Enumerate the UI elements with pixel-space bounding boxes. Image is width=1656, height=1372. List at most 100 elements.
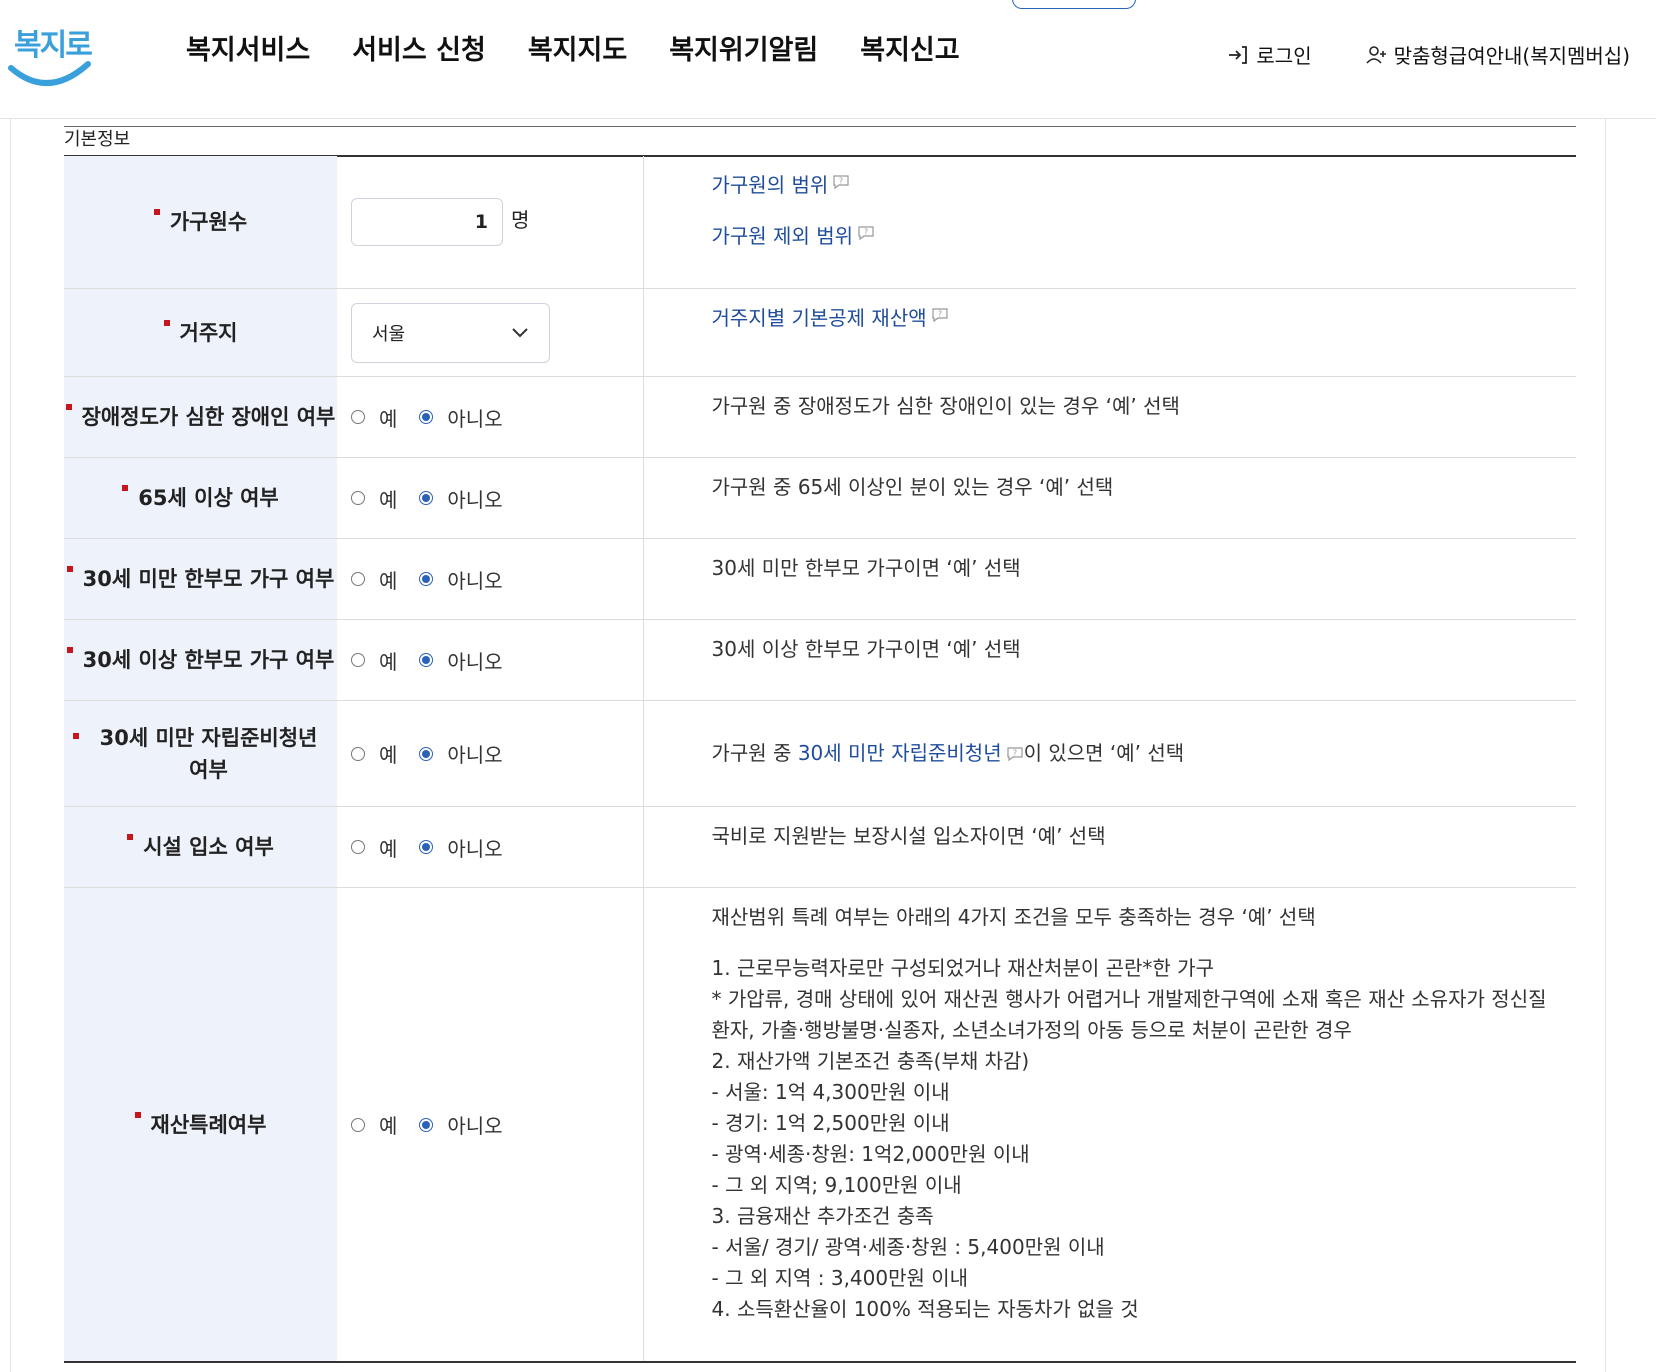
radio-yes[interactable]: [351, 1117, 365, 1132]
youth-desc-suffix: 이 있으면 ‘예’ 선택: [1023, 741, 1185, 765]
radio-no[interactable]: [419, 410, 434, 424]
svg-text:?: ?: [864, 228, 868, 237]
radio-no[interactable]: [419, 491, 434, 505]
site-header: 복지로 복지서비스 서비스 신청 복지지도 복지위기알림 복지신고 로그인 맞춤…: [0, 0, 1656, 119]
row-label: 시설 입소 여부: [143, 835, 274, 859]
login-link[interactable]: 로그인: [1226, 40, 1312, 69]
radio-yes[interactable]: [351, 572, 365, 586]
membership-link[interactable]: 맞춤형급여안내(복지멤버십): [1364, 40, 1630, 69]
svg-text:?: ?: [938, 310, 942, 319]
list-item: - 그 외 지역; 9,100만원 이내: [711, 1173, 962, 1197]
required-mark: [66, 566, 73, 572]
radio-yes-label: 예: [379, 743, 398, 767]
section-title: 기본정보: [64, 126, 1576, 157]
radio-yes-label: 예: [379, 406, 398, 431]
nav-welfare-map[interactable]: 복지지도: [528, 28, 627, 67]
list-item: * 가압류, 경매 상태에 있어 재산권 행사가 어렵거나 개발제한구역에 소재…: [711, 987, 1547, 1042]
required-mark: [72, 732, 79, 739]
help-icon[interactable]: ?: [1006, 746, 1024, 762]
row-youth-independence: 30세 미만 자립준비청년 여부 예 아니오 가구원 중 30세 미만 자립준비…: [64, 700, 1576, 807]
row-label: 가구원수: [169, 210, 248, 234]
radio-yes[interactable]: [351, 840, 365, 854]
list-item: - 그 외 지역 : 3,400만원 이내: [711, 1266, 969, 1290]
radio-no-label: 아니오: [447, 1114, 503, 1138]
login-icon: [1229, 45, 1248, 64]
youth-radio-group: 예 아니오: [351, 739, 525, 768]
radio-no-label: 아니오: [447, 487, 503, 512]
row-residence: 거주지 서울 거주지별 기본공제 재산액?: [64, 288, 1576, 377]
required-mark: [134, 1111, 141, 1118]
radio-no[interactable]: [419, 1117, 434, 1132]
site-logo[interactable]: 복지로: [8, 18, 93, 86]
radio-no-label: 아니오: [447, 568, 503, 593]
radio-yes-label: 예: [379, 1114, 398, 1138]
single-under30-radio-group: 예 아니오: [351, 565, 525, 594]
row-label: 30세 미만 자립준비청년 여부: [99, 725, 318, 782]
row-facility: 시설 입소 여부 예 아니오 국비로 지원받는 보장시설 입소자이면 ‘예’ 선…: [64, 806, 1576, 888]
row-label: 30세 이상 한부모 가구 여부: [82, 648, 335, 672]
list-item: 2. 재산가액 기본조건 충족(부채 차감): [711, 1049, 1030, 1073]
required-mark: [122, 485, 129, 491]
top-tab-indicator: [1012, 0, 1136, 9]
nav-welfare-service[interactable]: 복지서비스: [186, 28, 310, 67]
required-mark: [163, 319, 170, 326]
radio-yes-label: 예: [379, 487, 398, 512]
help-icon[interactable]: ?: [832, 174, 850, 190]
radio-no-label: 아니오: [447, 406, 503, 431]
list-item: - 서울/ 경기/ 광역·세종·창원 : 5,400만원 이내: [711, 1235, 1105, 1259]
list-item: 1. 근로무능력자로만 구성되었거나 재산처분이 곤란*한 가구: [711, 956, 1214, 980]
row-label: 65세 이상 여부: [138, 486, 279, 510]
radio-yes-label: 예: [379, 568, 398, 593]
row-single-parent-over30: 30세 이상 한부모 가구 여부 예 아니오 30세 이상 한부모 가구이면 ‘…: [64, 619, 1576, 701]
radio-yes[interactable]: [351, 491, 365, 505]
list-item: - 경기: 1억 2,500만원 이내: [711, 1111, 950, 1135]
help-icon[interactable]: ?: [857, 225, 875, 241]
list-item: - 서울: 1억 4,300만원 이내: [711, 1080, 950, 1104]
radio-yes[interactable]: [351, 653, 365, 667]
radio-no-label: 아니오: [447, 836, 503, 861]
row-severe-disability: 장애정도가 심한 장애인 여부 예 아니오 가구원 중 장애정도가 심한 장애인…: [64, 376, 1576, 458]
youth-independence-link[interactable]: 30세 미만 자립준비청년: [798, 738, 1002, 769]
list-item: 4. 소득환산율이 100% 적용되는 자동차가 없을 것: [711, 1297, 1139, 1321]
radio-no[interactable]: [419, 746, 434, 761]
residence-deduction-link[interactable]: 거주지별 기본공제 재산액: [712, 306, 927, 330]
residence-selected-value: 서울: [372, 323, 406, 345]
nav-service-apply[interactable]: 서비스 신청: [352, 28, 486, 67]
radio-no[interactable]: [419, 840, 434, 854]
household-count-input[interactable]: 1: [351, 198, 503, 246]
household-exclusion-link[interactable]: 가구원 제외 범위: [712, 224, 854, 248]
login-label: 로그인: [1256, 44, 1312, 68]
user-add-icon: [1365, 45, 1386, 64]
radio-yes[interactable]: [351, 746, 365, 761]
chevron-down-icon: [512, 327, 528, 337]
radio-yes-label: 예: [379, 649, 398, 674]
radio-no[interactable]: [419, 572, 434, 586]
radio-no-label: 아니오: [447, 649, 503, 674]
row-description: 가구원 중 65세 이상인 분이 있는 경우 ‘예’ 선택: [711, 475, 1114, 499]
required-mark: [127, 834, 134, 840]
row-label: 장애정도가 심한 장애인 여부: [81, 405, 336, 429]
help-icon[interactable]: ?: [931, 307, 949, 323]
row-description: 가구원 중 장애정도가 심한 장애인이 있는 경우 ‘예’ 선택: [711, 394, 1180, 418]
severe-disability-radio-group: 예 아니오: [351, 403, 525, 432]
radio-no[interactable]: [419, 653, 434, 667]
row-description: 30세 미만 한부모 가구이면 ‘예’ 선택: [711, 556, 1021, 580]
residence-select[interactable]: 서울: [351, 302, 550, 363]
row-label: 재산특례여부: [150, 1112, 267, 1137]
logo-smile-icon: [8, 61, 91, 86]
basic-info-form: 가구원수 1 명 가구원의 범위? 가구원 제외 범위? 거주지 서울 거주지별…: [64, 156, 1576, 1363]
row-label: 30세 미만 한부모 가구 여부: [82, 567, 335, 591]
nav-welfare-report[interactable]: 복지신고: [860, 28, 959, 67]
household-range-link[interactable]: 가구원의 범위: [712, 173, 829, 197]
svg-text:?: ?: [1012, 748, 1016, 757]
svg-text:?: ?: [839, 177, 843, 186]
row-property-special: 재산특례여부 예 아니오 재산범위 특례 여부는 아래의 4가지 조건을 모두 …: [64, 887, 1576, 1363]
nav-crisis-alert[interactable]: 복지위기알림: [669, 28, 818, 67]
radio-yes[interactable]: [351, 410, 365, 424]
single-over30-radio-group: 예 아니오: [351, 646, 525, 675]
row-senior: 65세 이상 여부 예 아니오 가구원 중 65세 이상인 분이 있는 경우 ‘…: [64, 457, 1576, 539]
property-conditions-list: 1. 근로무능력자로만 구성되었거나 재산처분이 곤란*한 가구 * 가압류, …: [712, 953, 1557, 1325]
list-item: 3. 금융재산 추가조건 충족: [711, 1204, 934, 1228]
senior-radio-group: 예 아니오: [351, 484, 525, 513]
row-label: 거주지: [179, 320, 238, 345]
